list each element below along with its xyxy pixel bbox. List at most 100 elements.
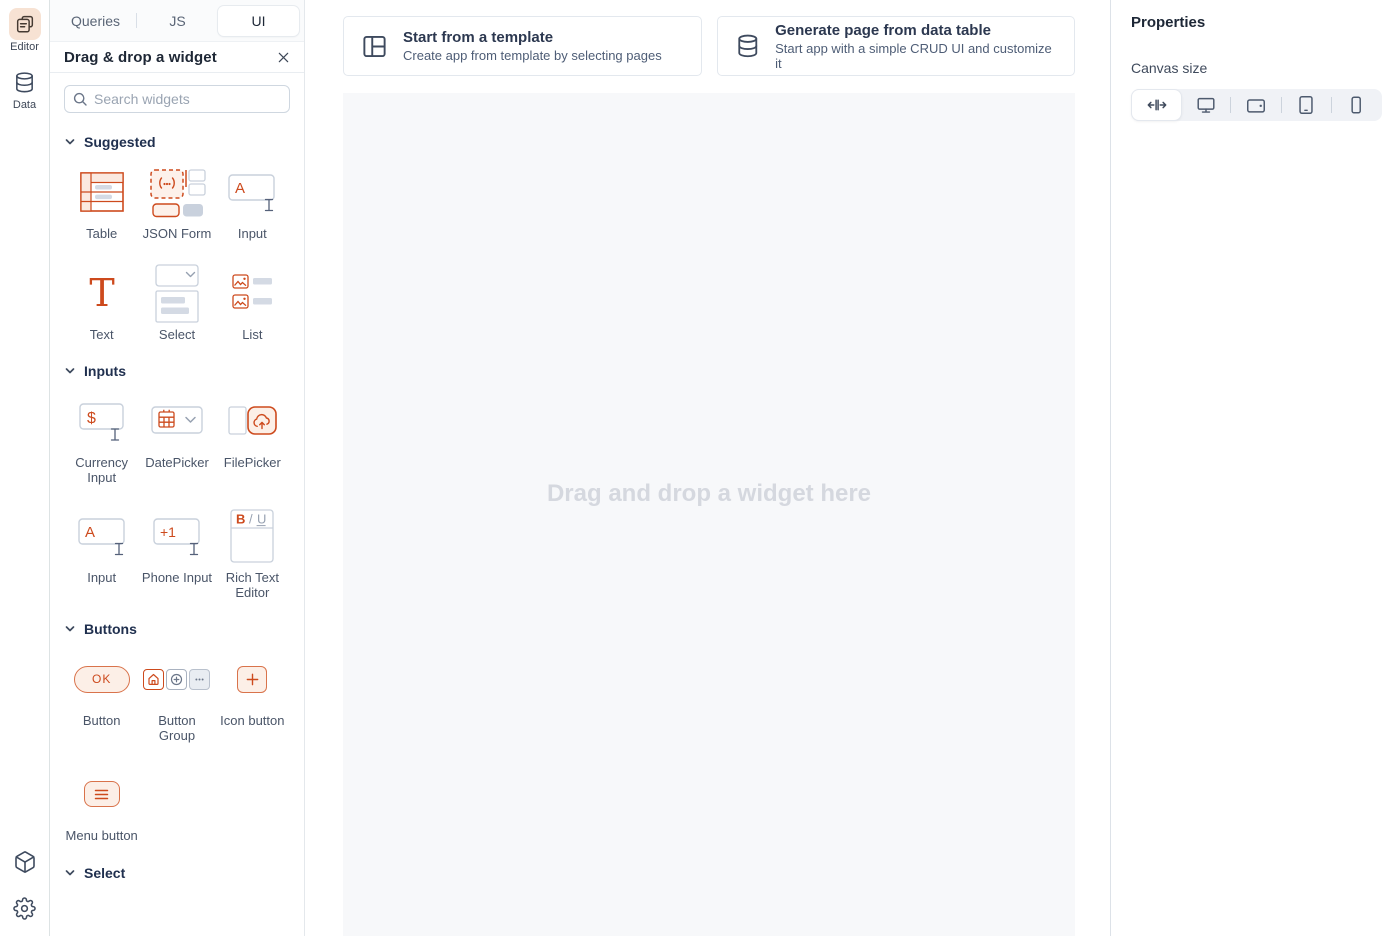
panel-header: Drag & drop a widget bbox=[50, 42, 304, 73]
canvas-size-tablet-button[interactable] bbox=[1282, 90, 1331, 120]
dots-icon bbox=[189, 669, 210, 690]
widget-grid-suggested: Table bbox=[64, 163, 290, 342]
panel-title: Drag & drop a widget bbox=[64, 49, 217, 66]
widget-sections: Suggested Table bbox=[50, 113, 304, 936]
button-group-widget-icon bbox=[143, 650, 210, 708]
sidebar-item-label: Editor bbox=[10, 41, 39, 53]
widget-label: DatePicker bbox=[145, 456, 209, 471]
rich-text-editor-widget-icon: B / U bbox=[224, 507, 280, 565]
card-subtitle: Start app with a simple CRUD UI and cust… bbox=[775, 41, 1057, 71]
widget-datepicker[interactable]: DatePicker bbox=[139, 392, 214, 485]
json-form-widget-icon bbox=[147, 163, 207, 221]
close-icon[interactable] bbox=[277, 51, 290, 64]
ok-label: OK bbox=[92, 672, 111, 686]
generate-from-data-card[interactable]: Generate page from data table Start app … bbox=[717, 16, 1076, 76]
canvas-size-desktop-button[interactable] bbox=[1181, 90, 1230, 120]
svg-text:$: $ bbox=[87, 410, 96, 427]
chevron-down-icon bbox=[64, 623, 76, 635]
widget-phone-input[interactable]: +1 Phone Input bbox=[139, 507, 214, 600]
widget-label: Rich Text Editor bbox=[215, 571, 290, 600]
properties-panel: Properties Canvas size bbox=[1110, 0, 1400, 936]
libraries-box-icon[interactable] bbox=[9, 846, 41, 878]
list-widget-icon bbox=[224, 264, 280, 322]
widget-table[interactable]: Table bbox=[64, 163, 139, 242]
widget-panel: Queries JS UI Drag & drop a widget Su bbox=[50, 0, 305, 936]
card-title: Generate page from data table bbox=[775, 22, 1057, 39]
widget-menu-button[interactable]: Menu button bbox=[64, 765, 139, 844]
widget-list[interactable]: List bbox=[215, 264, 290, 343]
widget-label: List bbox=[242, 328, 262, 343]
card-text: Start from a template Create app from te… bbox=[403, 29, 662, 63]
home-icon bbox=[143, 669, 164, 690]
widget-icon-button[interactable]: Icon button bbox=[215, 650, 290, 743]
widget-filepicker[interactable]: FilePicker bbox=[215, 392, 290, 485]
widget-label: Button bbox=[83, 714, 121, 729]
widget-json-form[interactable]: JSON Form bbox=[139, 163, 214, 242]
search-input[interactable] bbox=[94, 91, 281, 107]
chevron-down-icon bbox=[64, 365, 76, 377]
widget-label: Menu button bbox=[66, 829, 138, 844]
table-widget-icon bbox=[74, 163, 130, 221]
widget-input[interactable]: A Input bbox=[215, 163, 290, 242]
settings-gear-icon[interactable] bbox=[9, 892, 41, 924]
section-label: Buttons bbox=[84, 621, 137, 637]
text-widget-icon: T bbox=[74, 264, 130, 322]
section-label: Select bbox=[84, 865, 125, 881]
card-subtitle: Create app from template by selecting pa… bbox=[403, 48, 662, 63]
widget-label: Button Group bbox=[139, 714, 214, 743]
svg-text:A: A bbox=[235, 180, 245, 197]
editor-pages-icon bbox=[9, 8, 41, 40]
canvas-dropzone[interactable]: Drag and drop a widget here bbox=[343, 93, 1075, 936]
widget-button[interactable]: OK Button bbox=[64, 650, 139, 743]
plus-icon bbox=[245, 672, 260, 687]
desktop-icon bbox=[1195, 94, 1217, 116]
section-label: Inputs bbox=[84, 363, 126, 379]
datepicker-widget-icon bbox=[149, 392, 205, 450]
template-layout-icon bbox=[361, 33, 388, 60]
widget-text[interactable]: T Text bbox=[64, 264, 139, 343]
fluid-width-icon bbox=[1146, 94, 1168, 116]
widget-label: Phone Input bbox=[142, 571, 212, 586]
icon-button-widget-icon bbox=[237, 650, 267, 708]
canvas-size-mobile-button[interactable] bbox=[1332, 90, 1381, 120]
section-header-select[interactable]: Select bbox=[64, 865, 290, 881]
explorer-tabbar: Queries JS UI bbox=[50, 0, 304, 42]
database-icon bbox=[735, 33, 761, 59]
mobile-icon bbox=[1345, 94, 1367, 116]
section-label: Suggested bbox=[84, 134, 156, 150]
sidebar-item-editor[interactable]: Editor bbox=[9, 8, 41, 53]
menu-button-widget-icon bbox=[84, 765, 120, 823]
widget-label: Text bbox=[90, 328, 114, 343]
canvas-size-fluid-button[interactable] bbox=[1132, 90, 1181, 120]
widget-label: Input bbox=[87, 571, 116, 586]
search-icon bbox=[73, 92, 87, 106]
widget-label: Icon button bbox=[220, 714, 284, 729]
input-widget-icon: A bbox=[74, 507, 130, 565]
start-from-template-card[interactable]: Start from a template Create app from te… bbox=[343, 16, 702, 76]
starter-cards: Start from a template Create app from te… bbox=[305, 0, 1110, 76]
properties-title: Properties bbox=[1131, 14, 1382, 31]
select-widget-icon bbox=[149, 264, 205, 322]
left-rail: Editor Data bbox=[0, 0, 50, 936]
widget-label: Currency Input bbox=[64, 456, 139, 485]
main-area: Start from a template Create app from te… bbox=[305, 0, 1110, 936]
canvas-placeholder: Drag and drop a widget here bbox=[547, 480, 871, 508]
widget-currency-input[interactable]: $ Currency Input bbox=[64, 392, 139, 485]
widget-rich-text-editor[interactable]: B / U Rich Text Editor bbox=[215, 507, 290, 600]
tablet-icon bbox=[1295, 94, 1317, 116]
canvas-size-tablet-landscape-button[interactable] bbox=[1231, 90, 1280, 120]
app-root: Editor Data bbox=[0, 0, 1400, 936]
section-header-inputs[interactable]: Inputs bbox=[64, 363, 290, 379]
tab-queries[interactable]: Queries bbox=[55, 6, 136, 36]
tab-ui[interactable]: UI bbox=[218, 6, 299, 36]
tab-js[interactable]: JS bbox=[137, 6, 218, 36]
widget-select[interactable]: Select bbox=[139, 264, 214, 343]
filepicker-widget-icon bbox=[224, 392, 280, 450]
widget-button-group[interactable]: Button Group bbox=[139, 650, 214, 743]
sidebar-item-data[interactable]: Data bbox=[9, 66, 41, 111]
widget-input-2[interactable]: A Input bbox=[64, 507, 139, 600]
section-header-suggested[interactable]: Suggested bbox=[64, 134, 290, 150]
svg-text:/: / bbox=[249, 512, 253, 527]
canvas-size-segmented-control bbox=[1131, 89, 1382, 121]
section-header-buttons[interactable]: Buttons bbox=[64, 621, 290, 637]
